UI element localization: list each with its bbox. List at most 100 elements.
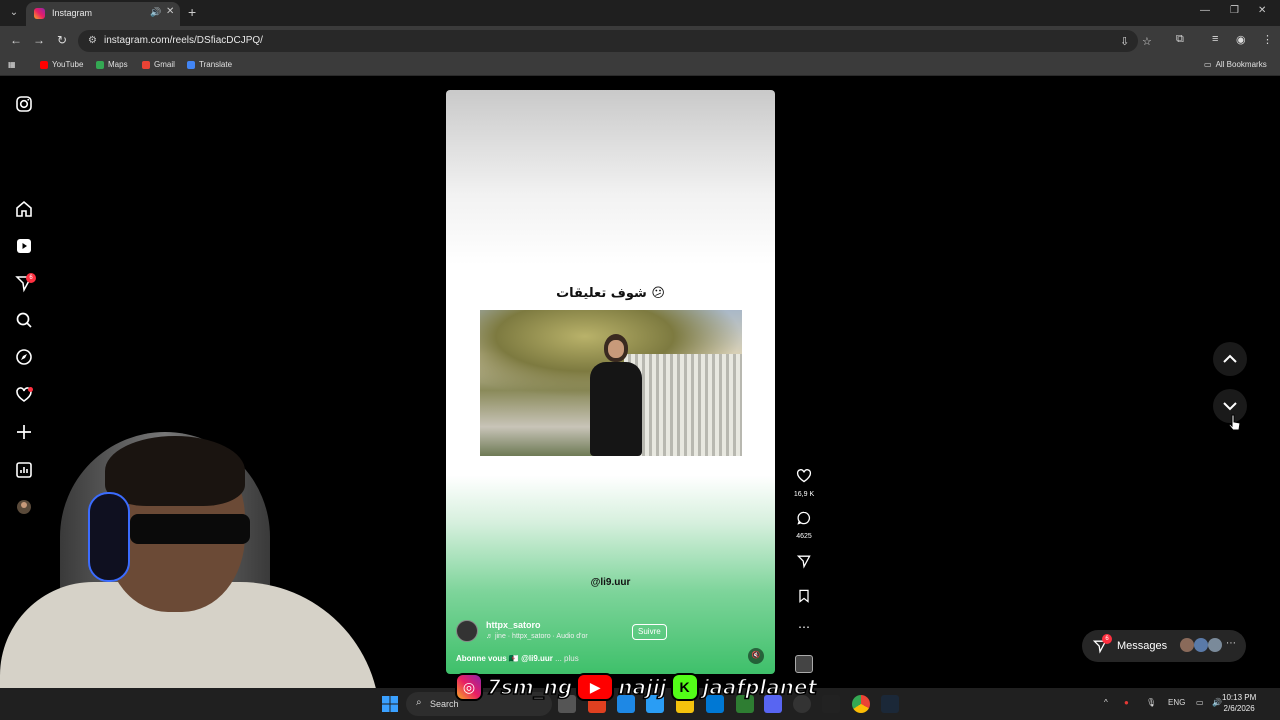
instagram-icon: ◎ xyxy=(455,673,483,701)
volume-icon[interactable]: 🔊 xyxy=(1212,698,1222,707)
bookmark-gmail[interactable]: Gmail xyxy=(142,60,175,69)
browser-tab-instagram[interactable]: Instagram 🔊 ✕ xyxy=(26,2,180,26)
messages-label: Messages xyxy=(1117,640,1168,652)
instagram-logo-icon[interactable] xyxy=(14,94,34,114)
language-indicator[interactable]: ENG xyxy=(1168,698,1185,707)
youtube-handle: najij xyxy=(617,674,667,700)
mouse-cursor-icon xyxy=(1228,414,1241,431)
author-avatar[interactable] xyxy=(456,620,478,642)
bookmark-youtube[interactable]: YouTube xyxy=(40,60,83,69)
reel-description: Abonne vous 🇩🇿 @li9.uur ... plus xyxy=(456,654,579,663)
comment-count: 4625 xyxy=(796,533,812,540)
bookmark-maps[interactable]: Maps xyxy=(96,60,128,69)
reel-audio-info[interactable]: ♬ jine · httpx_satoro · Audio d'or xyxy=(486,633,588,640)
app-icon-9[interactable] xyxy=(822,695,840,713)
heart-icon xyxy=(796,469,812,483)
messages-count-badge: 6 xyxy=(1102,634,1112,644)
tab-search-chevron-icon[interactable]: ⌄ xyxy=(6,5,22,21)
reel-embedded-photo xyxy=(480,310,742,456)
like-count: 16,9 K xyxy=(793,491,815,498)
person-figure xyxy=(590,334,642,456)
reload-icon[interactable]: ↻ xyxy=(57,33,67,47)
explore-compass-icon[interactable] xyxy=(14,347,34,367)
more-options-icon[interactable]: ⋯ xyxy=(792,620,816,634)
site-info-icon[interactable]: ⚙ xyxy=(88,35,97,46)
apps-grid-icon[interactable]: ▦ xyxy=(8,60,16,69)
close-window-icon[interactable]: ✕ xyxy=(1258,5,1266,16)
comment-button[interactable]: 4625 xyxy=(792,510,816,540)
previous-reel-button[interactable] xyxy=(1213,342,1247,376)
reels-icon[interactable] xyxy=(14,236,34,256)
home-icon[interactable] xyxy=(14,199,34,219)
windows-start-icon[interactable] xyxy=(381,695,399,713)
message-avatar-1 xyxy=(1180,638,1194,652)
network-icon[interactable]: ▭ xyxy=(1196,698,1204,707)
share-button[interactable] xyxy=(792,553,816,574)
tray-overflow-icon[interactable]: ^ xyxy=(1104,698,1108,707)
browser-tab-strip: ⌄ Instagram 🔊 ✕ + — ❐ ✕ xyxy=(0,0,1280,26)
steam-icon[interactable] xyxy=(881,695,899,713)
profile-avatar-icon[interactable]: ◉ xyxy=(1236,33,1246,46)
kick-handle: jaafplanet xyxy=(702,674,818,700)
clock-date: 2/6/2026 xyxy=(1223,704,1255,713)
instagram-handle: 7sm_ng xyxy=(486,674,573,700)
bookmark-translate[interactable]: Translate xyxy=(187,60,232,69)
folder-icon: ▭ xyxy=(1204,60,1212,69)
youtube-icon xyxy=(40,60,48,69)
like-button[interactable]: 16,9 K xyxy=(792,468,816,498)
extensions-icon[interactable]: ⧉ xyxy=(1176,33,1184,46)
tab-audio-icon[interactable]: 🔊 xyxy=(150,7,161,18)
save-button[interactable] xyxy=(792,588,816,609)
media-control-icon[interactable]: ≡ xyxy=(1212,33,1218,45)
message-avatar-2 xyxy=(1194,638,1208,652)
reel-caption: شوف تعليقات 😕 xyxy=(556,286,665,301)
chrome-icon[interactable] xyxy=(852,695,870,713)
follow-button[interactable]: Suivre xyxy=(632,624,667,640)
restore-icon[interactable]: ❐ xyxy=(1230,5,1239,16)
reel-handle-overlay: @li9.uur xyxy=(590,577,631,588)
headset xyxy=(88,492,130,582)
system-clock[interactable]: 10:13 PM 2/6/2026 xyxy=(1222,692,1256,714)
url-text[interactable]: instagram.com/reels/DSfiacDCJPQ/ xyxy=(104,35,263,46)
gmail-icon xyxy=(142,60,150,69)
install-app-icon[interactable]: ⇩ xyxy=(1120,35,1129,48)
kick-icon: K xyxy=(670,673,699,701)
search-icon: ⌕ xyxy=(416,697,422,708)
forward-icon[interactable]: → xyxy=(33,33,45,47)
message-avatar-3 xyxy=(1208,638,1222,652)
youtube-icon: ▶ xyxy=(576,673,615,701)
bookmark-icon xyxy=(799,589,809,603)
mute-toggle-icon[interactable]: 🔇 xyxy=(748,648,764,664)
reel-video[interactable]: شوف تعليقات 😕 @li9.uur httpx_satoro ♬ ji… xyxy=(446,90,775,674)
bookmark-star-icon[interactable]: ☆ xyxy=(1142,35,1152,48)
messages-badge: 6 xyxy=(26,273,36,283)
maps-icon xyxy=(96,60,104,69)
comment-icon xyxy=(797,511,810,525)
more-link[interactable]: ... plus xyxy=(555,654,579,663)
tab-close-icon[interactable]: ✕ xyxy=(166,6,174,17)
minimize-icon[interactable]: — xyxy=(1200,5,1210,16)
share-paper-plane-icon xyxy=(796,555,811,569)
tab-title: Instagram xyxy=(52,8,93,18)
webcam-overlay xyxy=(0,432,380,720)
sunglasses xyxy=(130,514,250,544)
translate-icon xyxy=(187,60,195,69)
microphone-icon[interactable]: 🎙 xyxy=(1146,698,1156,707)
messages-button[interactable]: 6 Messages ⋯ xyxy=(1082,630,1246,662)
clock-time: 10:13 PM xyxy=(1222,693,1257,702)
stream-social-banner: ◎ 7sm_ng ▶ najij K jaafplanet xyxy=(455,671,821,703)
more-dots-icon[interactable]: ⋯ xyxy=(1226,638,1236,649)
author-name[interactable]: httpx_satoro xyxy=(486,620,541,630)
bookmarks-bar: ▦ YouTube Maps Gmail Translate ▭ All Book… xyxy=(0,56,1280,76)
instagram-favicon-icon xyxy=(34,8,45,19)
chrome-menu-icon[interactable]: ⋮ xyxy=(1262,33,1273,46)
address-bar[interactable]: ⚙ instagram.com/reels/DSfiacDCJPQ/ ⇩ ☆ xyxy=(78,30,1152,52)
all-bookmarks[interactable]: ▭ All Bookmarks xyxy=(1204,60,1267,69)
new-tab-icon[interactable]: + xyxy=(188,4,196,20)
tray-app-icon[interactable]: ● xyxy=(1124,698,1129,707)
back-icon[interactable]: ← xyxy=(10,33,22,47)
chevron-up-icon xyxy=(1223,354,1237,363)
notifications-dot xyxy=(28,387,33,392)
browser-toolbar: ← → ↻ ⚙ instagram.com/reels/DSfiacDCJPQ/… xyxy=(0,26,1280,56)
search-icon[interactable] xyxy=(14,310,34,330)
